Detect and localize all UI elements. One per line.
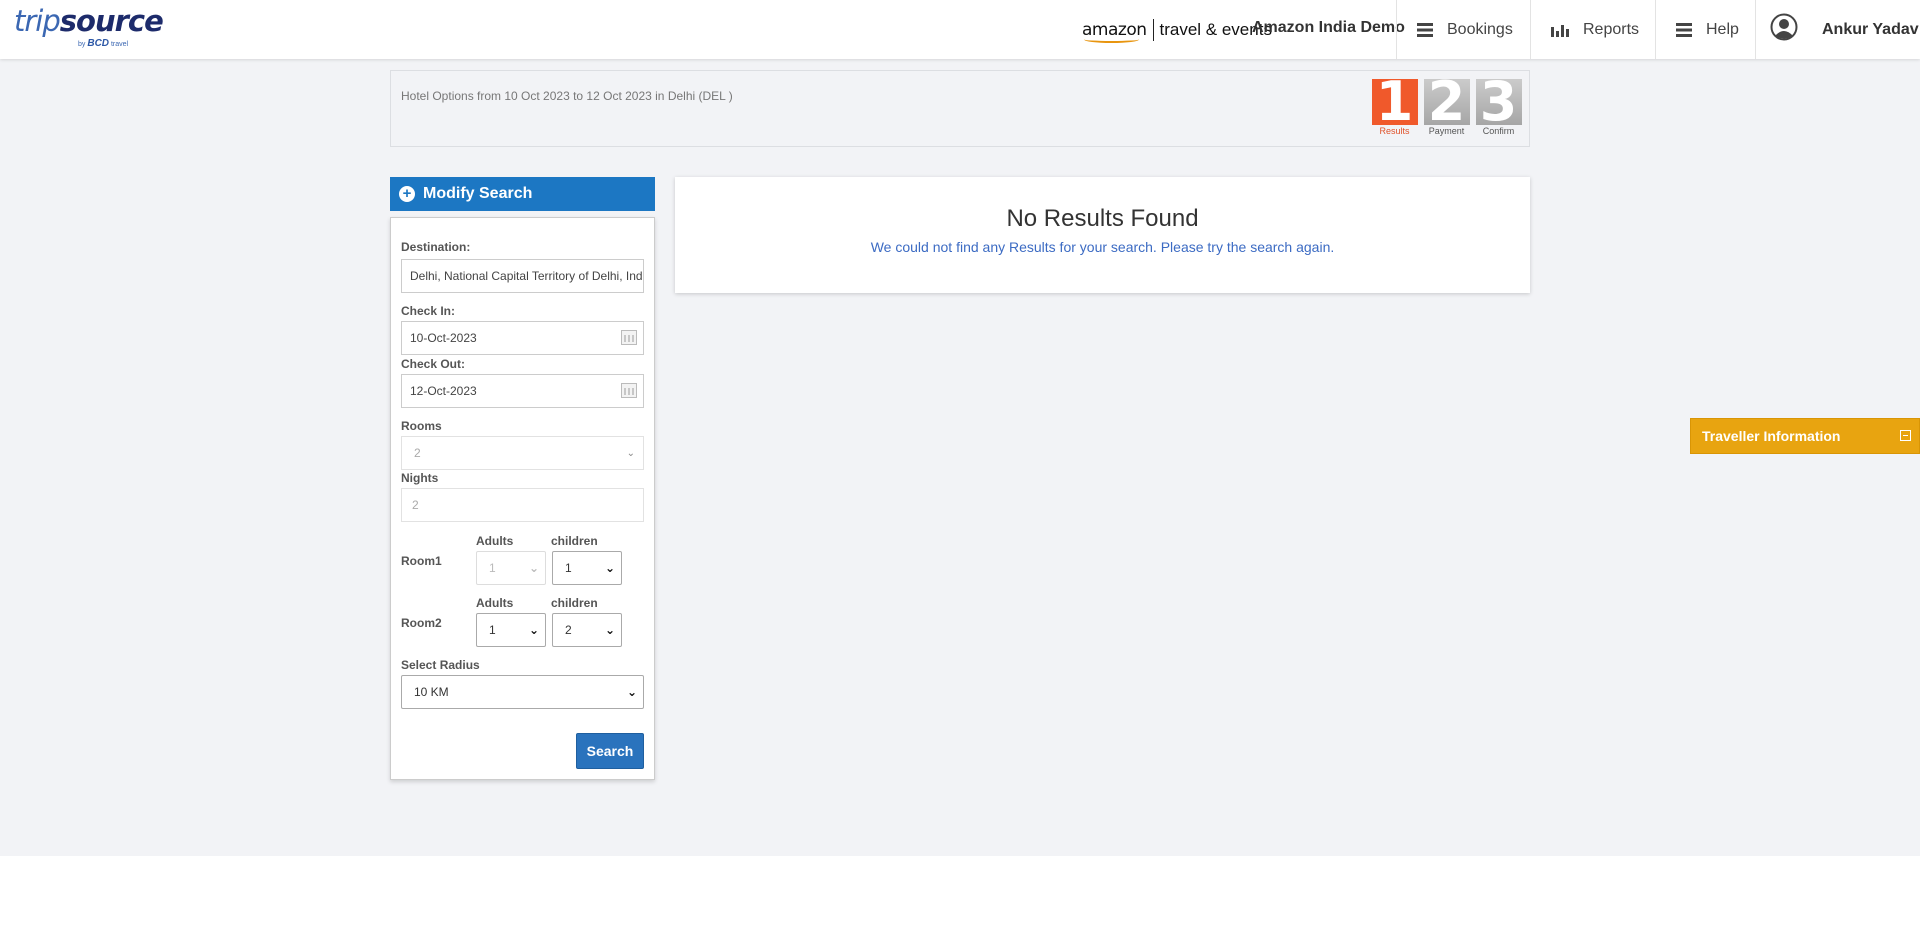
plus-circle-icon: + [399,186,415,202]
menu-icon [1417,22,1433,37]
room1-children-select[interactable]: 1 ⌄ [552,551,622,585]
checkout-label: Check Out: [401,357,466,371]
room2-adults-select[interactable]: 1 ⌄ [476,613,546,647]
room1-children-value: 1 [565,561,572,575]
chevron-down-icon: ⌄ [626,447,635,459]
traveller-information-label: Traveller Information [1702,428,1841,444]
logo-wordmark: tripsource [14,4,164,38]
user-menu[interactable]: Ankur Yadav [1755,0,1919,59]
room2-children-select[interactable]: 2 ⌄ [552,613,622,647]
booking-steps: 1 Results 2 Payment 3 Confirm [1369,75,1525,136]
company-name: Amazon India Demo [1252,19,1405,36]
modify-search-toggle[interactable]: + Modify Search [390,177,655,211]
nav-bookings-label: Bookings [1447,20,1513,38]
rooms-value: 2 [414,446,421,460]
nights-input[interactable]: 2 [401,488,644,522]
radius-select[interactable]: 10 KM ⌄ [401,675,644,709]
room2-children-label: children [551,596,598,610]
room1-adults-value: 1 [489,561,496,575]
nav-reports-label: Reports [1583,20,1640,38]
bar-chart-icon [1551,23,1569,37]
search-summary-text: Hotel Options from 10 Oct 2023 to 12 Oct… [401,89,733,103]
traveller-information-tab[interactable]: Traveller Information [1690,418,1920,454]
nav-reports[interactable]: Reports [1530,0,1655,59]
room2-adults-label: Adults [476,596,514,610]
room1-children-label: children [551,534,598,548]
nav-help[interactable]: Help [1655,0,1755,59]
step-number: 2 [1423,75,1470,129]
user-name: Ankur Yadav [1822,20,1919,38]
rooms-select[interactable]: 2 ⌄ [401,436,644,470]
tripsource-logo[interactable]: tripsource by BCD travel [14,4,164,52]
checkin-label: Check In: [401,304,456,318]
destination-label: Destination: [401,240,471,254]
results-panel: No Results Found We could not find any R… [675,177,1530,293]
chevron-down-icon: ⌄ [528,623,539,637]
nights-label: Nights [401,471,439,485]
checkout-input[interactable]: 12-Oct-2023 [401,374,644,408]
room1-adults-label: Adults [476,534,514,548]
nav-help-label: Help [1706,20,1739,38]
chevron-down-icon: ⌄ [528,561,539,575]
collapse-icon[interactable] [1900,430,1911,441]
step-results: 1 Results [1369,75,1420,136]
step-number: 3 [1475,75,1522,129]
step-payment: 2 Payment [1421,75,1472,136]
room2-label: Room2 [401,616,442,630]
menu-icon [1676,22,1692,37]
radius-value: 10 KM [414,685,449,699]
user-avatar-icon [1770,13,1798,46]
destination-input[interactable]: Delhi, National Capital Territory of Del… [401,259,644,293]
partner-logo: amazon travel & events [1082,19,1272,43]
radius-label: Select Radius [401,658,480,672]
step-number: 1 [1371,75,1418,129]
room1-adults-select[interactable]: 1 ⌄ [476,551,546,585]
room1-label: Room1 [401,554,442,568]
calendar-icon[interactable] [621,330,637,345]
footer [0,856,1920,928]
room2-children-value: 2 [565,623,572,637]
checkin-input[interactable]: 10-Oct-2023 [401,321,644,355]
rooms-label: Rooms [401,419,442,433]
logo-byline: by BCD travel [78,38,129,49]
top-header: tripsource by BCD travel amazon travel &… [0,0,1920,59]
chevron-down-icon: ⌄ [626,685,637,699]
modify-search-title: Modify Search [423,185,533,202]
no-results-message: We could not find any Results for your s… [870,239,1335,255]
modify-search-panel: Destination: Delhi, National Capital Ter… [390,217,655,780]
nav-bookings[interactable]: Bookings [1396,0,1531,59]
checkin-value: 10-Oct-2023 [410,331,477,345]
checkout-value: 12-Oct-2023 [410,384,477,398]
no-results-title: No Results Found [1006,205,1199,232]
room2-adults-value: 1 [489,623,496,637]
chevron-down-icon: ⌄ [604,561,615,575]
calendar-icon[interactable] [621,383,637,398]
chevron-down-icon: ⌄ [604,623,615,637]
search-summary-bar: Hotel Options from 10 Oct 2023 to 12 Oct… [390,70,1530,147]
search-button[interactable]: Search [576,733,644,769]
step-confirm: 3 Confirm [1473,75,1524,136]
